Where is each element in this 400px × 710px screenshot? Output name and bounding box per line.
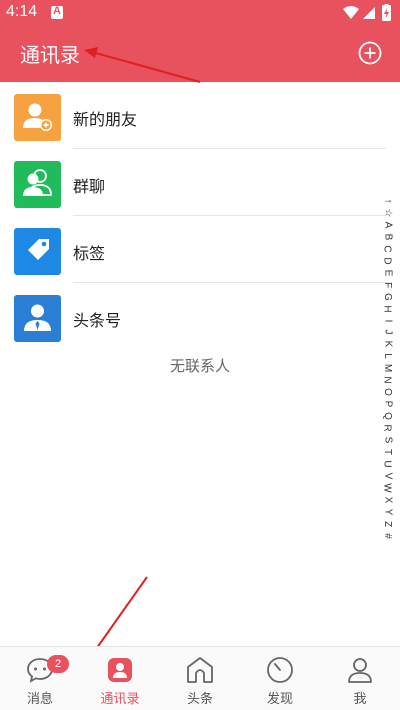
index-letter[interactable]: H [382, 305, 393, 312]
battery-icon [382, 4, 391, 21]
group-chat-icon [14, 161, 61, 208]
list-item-group-chat[interactable]: 群聊 [0, 149, 386, 216]
tab-contacts[interactable]: 通讯录 [80, 647, 160, 710]
index-letter[interactable]: V [382, 473, 393, 480]
index-letter[interactable]: Z [382, 521, 393, 527]
index-letter[interactable]: G [382, 293, 393, 301]
list-item-label: 标签 [73, 244, 106, 263]
status-time: 4:14 [6, 3, 38, 20]
notification-a-icon [51, 5, 63, 19]
list-item-label: 群聊 [73, 177, 106, 196]
tab-label: 我 [353, 692, 367, 707]
bottom-nav: 2 消息 通讯录 头条 发现 我 [0, 646, 400, 710]
wifi-icon [343, 6, 359, 19]
index-letter[interactable]: R [382, 424, 393, 431]
contact-list: 新的朋友 群聊 标签 头条号 [0, 82, 386, 350]
list-item-tags[interactable]: 标签 [0, 216, 386, 283]
alphabet-index-bar[interactable]: ↑ ☆ A B C D E F G H I J K L M N O P Q R S T U V W X Y Z # [380, 196, 394, 541]
index-letter[interactable]: C [382, 245, 393, 252]
tab-label: 消息 [26, 692, 53, 707]
index-letter[interactable]: A [382, 222, 393, 229]
index-letter[interactable]: O [382, 388, 393, 396]
status-bar: 4:14 [0, 0, 400, 26]
index-letter[interactable]: ☆ [382, 208, 393, 217]
index-letter[interactable]: E [382, 269, 393, 276]
index-letter[interactable]: W [382, 483, 393, 492]
tag-icon [14, 228, 61, 275]
list-item-label: 头条号 [73, 311, 122, 330]
index-letter[interactable]: P [382, 401, 393, 408]
index-letter[interactable]: N [382, 377, 393, 384]
discover-icon [267, 657, 293, 683]
index-letter[interactable]: J [382, 330, 393, 335]
index-letter[interactable]: X [382, 496, 393, 503]
index-letter[interactable]: ↑ [382, 199, 393, 204]
index-letter[interactable]: D [382, 257, 393, 264]
signal-icon [363, 7, 375, 19]
index-letter[interactable]: I [382, 319, 393, 322]
index-letter[interactable]: Y [382, 508, 393, 515]
tab-discover[interactable]: 发现 [240, 647, 320, 710]
index-letter[interactable]: S [382, 437, 393, 444]
unread-badge: 2 [47, 655, 69, 673]
index-letter[interactable]: F [382, 282, 393, 288]
add-friend-icon [14, 94, 61, 141]
headlines-icon [187, 657, 213, 683]
tab-label: 发现 [266, 692, 293, 707]
add-button[interactable] [358, 41, 382, 65]
index-letter[interactable]: M [382, 364, 393, 372]
index-letter[interactable]: # [382, 533, 393, 539]
contacts-icon [108, 658, 132, 682]
tab-headlines[interactable]: 头条 [160, 647, 240, 710]
tab-label: 头条 [186, 692, 213, 707]
index-letter[interactable]: B [382, 234, 393, 241]
header: 通讯录 [0, 26, 400, 82]
status-icons [343, 4, 391, 21]
list-item-label: 新的朋友 [73, 110, 138, 129]
page-title: 通讯录 [20, 43, 80, 67]
index-letter[interactable]: L [382, 354, 393, 360]
empty-contacts-text: 无联系人 [169, 357, 230, 375]
official-account-icon [14, 295, 61, 342]
index-letter[interactable]: Q [382, 412, 393, 420]
tab-label: 通讯录 [100, 692, 140, 707]
index-letter[interactable]: T [382, 449, 393, 455]
index-letter[interactable]: K [382, 341, 393, 348]
list-item-new-friends[interactable]: 新的朋友 [0, 82, 386, 149]
tab-messages[interactable]: 2 消息 [0, 647, 80, 710]
tab-profile[interactable]: 我 [320, 647, 400, 710]
list-item-official-account[interactable]: 头条号 [0, 283, 360, 350]
profile-icon [348, 658, 372, 683]
index-letter[interactable]: U [382, 460, 393, 467]
